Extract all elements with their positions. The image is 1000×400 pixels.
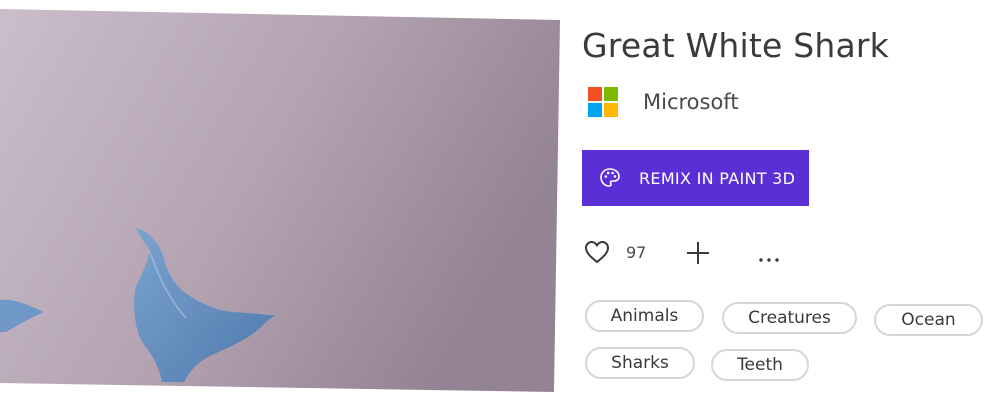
publisher-name[interactable]: Microsoft [643, 90, 739, 114]
tag-animals[interactable]: Animals [585, 300, 704, 332]
tag-sharks[interactable]: Sharks [585, 347, 695, 379]
tag-teeth[interactable]: Teeth [711, 349, 809, 381]
logo-square-green [604, 87, 618, 101]
remix-button-label: REMIX IN PAINT 3D [639, 168, 796, 188]
publisher: Microsoft [588, 84, 739, 120]
heart-icon[interactable] [583, 239, 611, 265]
like-count: 97 [626, 243, 647, 262]
logo-square-yellow [604, 103, 618, 117]
plus-icon[interactable] [684, 239, 712, 267]
logo-square-blue [588, 103, 602, 117]
tag-ocean[interactable]: Ocean [874, 304, 983, 336]
palette-icon [598, 166, 622, 190]
tag-creatures[interactable]: Creatures [722, 302, 857, 334]
microsoft-logo-icon [588, 87, 618, 117]
model-preview[interactable] [0, 0, 560, 392]
ellipsis-icon[interactable] [757, 240, 785, 268]
logo-square-red [588, 87, 602, 101]
remix-in-paint-3d-button[interactable]: REMIX IN PAINT 3D [582, 150, 809, 206]
model-preview-canvas[interactable] [0, 0, 560, 392]
action-bar: 97 [583, 236, 803, 268]
model-title: Great White Shark [582, 26, 889, 65]
